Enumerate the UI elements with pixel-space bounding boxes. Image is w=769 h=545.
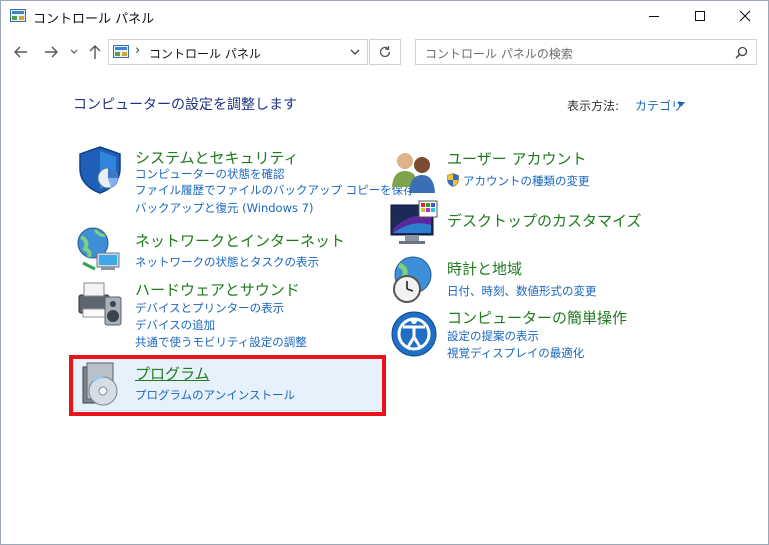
control-panel-icon [113, 45, 129, 58]
clock-globe-icon[interactable] [389, 255, 439, 305]
desktop-monitor-icon[interactable] [389, 199, 439, 249]
category-clock-region-title[interactable]: 時計と地域 [447, 258, 522, 279]
link-change-account-type[interactable]: アカウントの種類の変更 [463, 173, 590, 189]
category-appearance-title[interactable]: デスクトップのカスタマイズ [447, 210, 642, 231]
ease-of-access-icon[interactable] [389, 309, 439, 359]
user-accounts-icon[interactable] [389, 147, 439, 197]
refresh-icon [379, 46, 391, 58]
chevron-down-icon[interactable] [349, 46, 361, 58]
up-button[interactable] [85, 41, 105, 63]
annotation-red-box [69, 355, 386, 416]
chevron-down-icon [70, 49, 78, 54]
link-backup-restore-win7[interactable]: バックアップと復元 (Windows 7) [135, 200, 313, 216]
maximize-button[interactable] [677, 1, 723, 31]
link-devices-printers[interactable]: デバイスとプリンターの表示 [135, 300, 284, 316]
chevron-down-icon[interactable] [677, 102, 685, 107]
view-by-dropdown[interactable]: カテゴリ [635, 97, 683, 114]
recent-locations-button[interactable] [67, 41, 81, 63]
forward-button[interactable] [41, 41, 61, 63]
control-panel-icon [10, 9, 26, 22]
refresh-button[interactable] [369, 39, 401, 65]
close-button[interactable] [722, 1, 768, 31]
printer-speaker-icon[interactable] [75, 279, 125, 329]
link-check-computer-status[interactable]: コンピューターの状態を確認 [135, 166, 285, 182]
arrow-left-icon [14, 46, 27, 58]
link-add-device[interactable]: デバイスの追加 [135, 317, 215, 333]
link-network-status[interactable]: ネットワークの状態とタスクの表示 [135, 254, 319, 270]
breadcrumb-control-panel[interactable]: コントロール パネル [149, 45, 261, 62]
uac-shield-icon [447, 173, 459, 187]
control-panel-window: コントロール パネル › コントロール パネル コントロール パネルの検索 コン… [0, 0, 769, 545]
link-mobility-settings[interactable]: 共通で使うモビリティ設定の調整 [135, 334, 307, 350]
back-button[interactable] [11, 41, 31, 63]
minimize-icon [649, 16, 659, 17]
system-security-shield-icon[interactable] [75, 145, 125, 195]
page-title: コンピューターの設定を調整します [73, 97, 297, 113]
category-hardware-sound-title[interactable]: ハードウェアとサウンド [135, 279, 300, 300]
link-file-history-backup[interactable]: ファイル履歴でファイルのバックアップ コピーを保存 [135, 182, 415, 198]
network-globe-icon[interactable] [75, 225, 125, 275]
close-icon [739, 10, 751, 22]
search-placeholder[interactable]: コントロール パネルの検索 [425, 45, 573, 62]
view-by-label: 表示方法: [567, 99, 620, 113]
category-network-title[interactable]: ネットワークとインターネット [135, 230, 345, 251]
search-icon[interactable] [735, 46, 748, 59]
link-optimize-display[interactable]: 視覚ディスプレイの最適化 [447, 345, 584, 361]
breadcrumb-separator[interactable]: › [135, 43, 140, 58]
search-box[interactable]: コントロール パネルの検索 [415, 39, 757, 65]
category-system-security-title[interactable]: システムとセキュリティ [135, 147, 299, 168]
category-user-accounts-title[interactable]: ユーザー アカウント [447, 148, 586, 169]
arrow-up-icon [89, 45, 101, 59]
maximize-icon [695, 11, 705, 21]
category-ease-of-access-title[interactable]: コンピューターの簡単操作 [447, 307, 627, 328]
minimize-button[interactable] [631, 1, 677, 31]
link-suggested-settings[interactable]: 設定の提案の表示 [447, 328, 539, 344]
arrow-right-icon [45, 46, 58, 58]
window-title: コントロール パネル [33, 12, 155, 27]
link-date-time-format[interactable]: 日付、時刻、数値形式の変更 [447, 283, 597, 299]
address-bar[interactable]: › コントロール パネル [108, 39, 368, 65]
title-bar: コントロール パネル [1, 1, 768, 31]
